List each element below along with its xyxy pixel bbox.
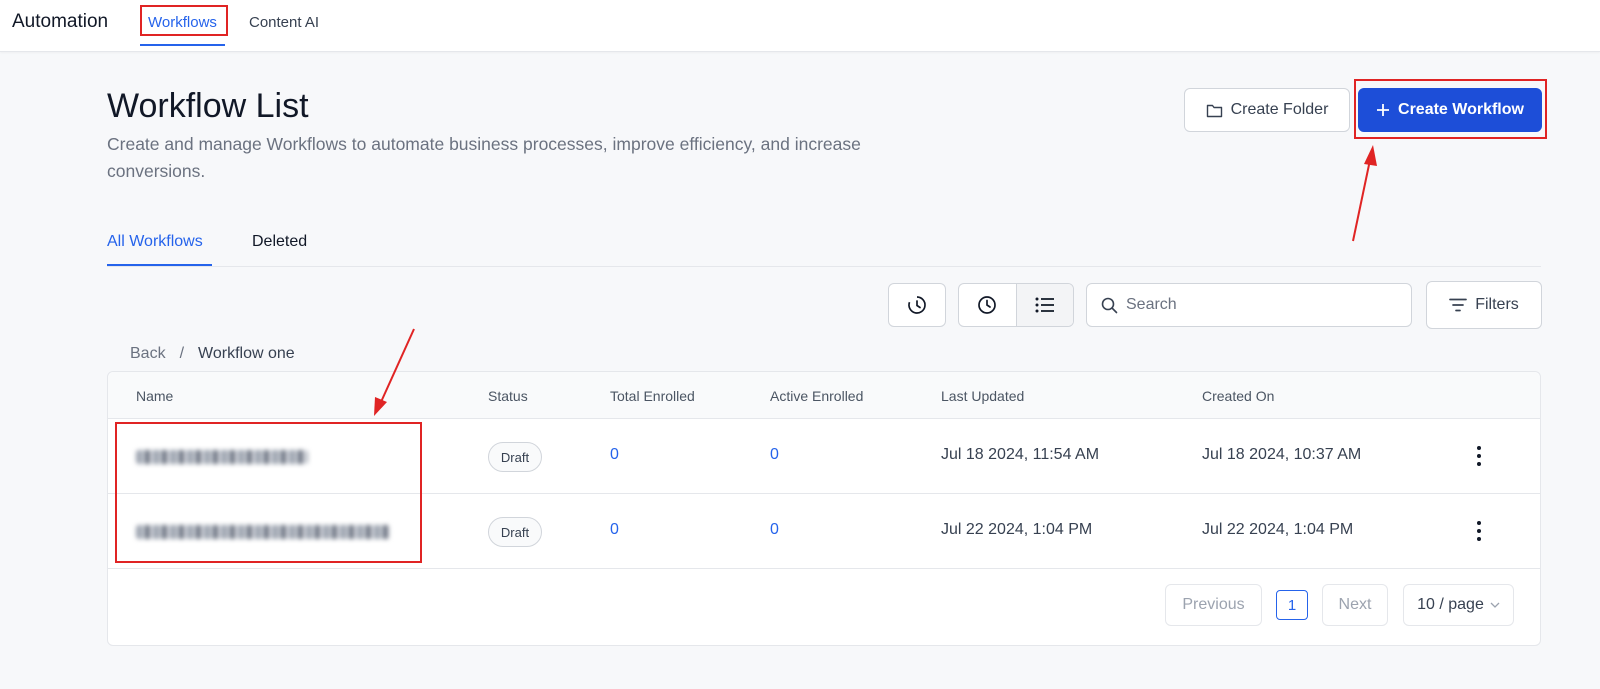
nav-tab-content-ai[interactable]: Content AI [249, 14, 319, 31]
table-header: Name Status Total Enrolled Active Enroll… [108, 372, 1540, 419]
page-description: Create and manage Workflows to automate … [107, 134, 861, 181]
column-status: Status [488, 388, 528, 404]
breadcrumb-separator: / [179, 345, 185, 362]
page-size-value: 10 / page [1417, 596, 1484, 613]
created-on: Jul 22 2024, 1:04 PM [1202, 521, 1354, 538]
column-last-updated: Last Updated [941, 388, 1025, 404]
view-toggle [958, 283, 1074, 327]
status-badge: Draft [488, 442, 542, 472]
tabs-divider [107, 266, 1541, 267]
status-badge: Draft [488, 517, 542, 547]
breadcrumb-current: Workflow one [198, 345, 295, 362]
column-total-enrolled: Total Enrolled [610, 388, 695, 404]
created-on: Jul 18 2024, 10:37 AM [1202, 446, 1362, 463]
previous-page-button[interactable]: Previous [1165, 584, 1262, 626]
create-folder-button[interactable]: Create Folder [1184, 88, 1350, 132]
search-icon [1101, 297, 1118, 313]
last-updated: Jul 18 2024, 11:54 AM [941, 446, 1100, 463]
history-icon [908, 296, 926, 314]
filters-label: Filters [1475, 296, 1519, 313]
page-size-select[interactable]: 10 / page [1403, 584, 1514, 626]
filter-icon [1449, 298, 1468, 312]
total-enrolled[interactable]: 0 [610, 446, 619, 464]
list-view-icon [1035, 297, 1054, 313]
total-enrolled[interactable]: 0 [610, 521, 619, 539]
breadcrumb: Back / Workflow one [130, 345, 295, 363]
row-menu-icon[interactable] [1475, 521, 1483, 541]
search-box[interactable] [1086, 283, 1412, 327]
last-updated: Jul 22 2024, 1:04 PM [941, 521, 1093, 538]
row-menu-icon[interactable] [1475, 446, 1483, 466]
active-enrolled[interactable]: 0 [770, 521, 779, 539]
annotation-arrow-create-workflow [1352, 145, 1377, 242]
annotation-box-create-workflow [1354, 79, 1547, 139]
search-input[interactable] [1126, 296, 1396, 314]
clock-icon [978, 296, 997, 314]
create-folder-label: Create Folder [1230, 101, 1329, 118]
next-page-button[interactable]: Next [1322, 584, 1388, 626]
annotation-box-workflow-names [115, 422, 422, 563]
column-name: Name [136, 388, 174, 404]
column-active-enrolled: Active Enrolled [770, 388, 864, 404]
top-nav: Automation Workflows Content AI [0, 0, 1600, 52]
page-title: Workflow List [107, 87, 309, 125]
filters-button[interactable]: Filters [1426, 281, 1542, 329]
tab-all-workflows[interactable]: All Workflows [107, 233, 203, 251]
history-button[interactable] [888, 283, 946, 327]
app-title: Automation [12, 11, 109, 32]
chevron-down-icon [1490, 602, 1500, 608]
annotation-box-workflows-tab [140, 5, 228, 36]
active-enrolled[interactable]: 0 [770, 446, 779, 464]
list-view-button[interactable] [1015, 284, 1073, 326]
tab-deleted[interactable]: Deleted [252, 233, 307, 251]
timeline-view-button[interactable] [959, 284, 1016, 326]
column-created-on: Created On [1202, 388, 1275, 404]
page-number-button[interactable]: 1 [1276, 590, 1308, 620]
folder-icon [1206, 104, 1222, 117]
breadcrumb-back[interactable]: Back [130, 345, 166, 363]
